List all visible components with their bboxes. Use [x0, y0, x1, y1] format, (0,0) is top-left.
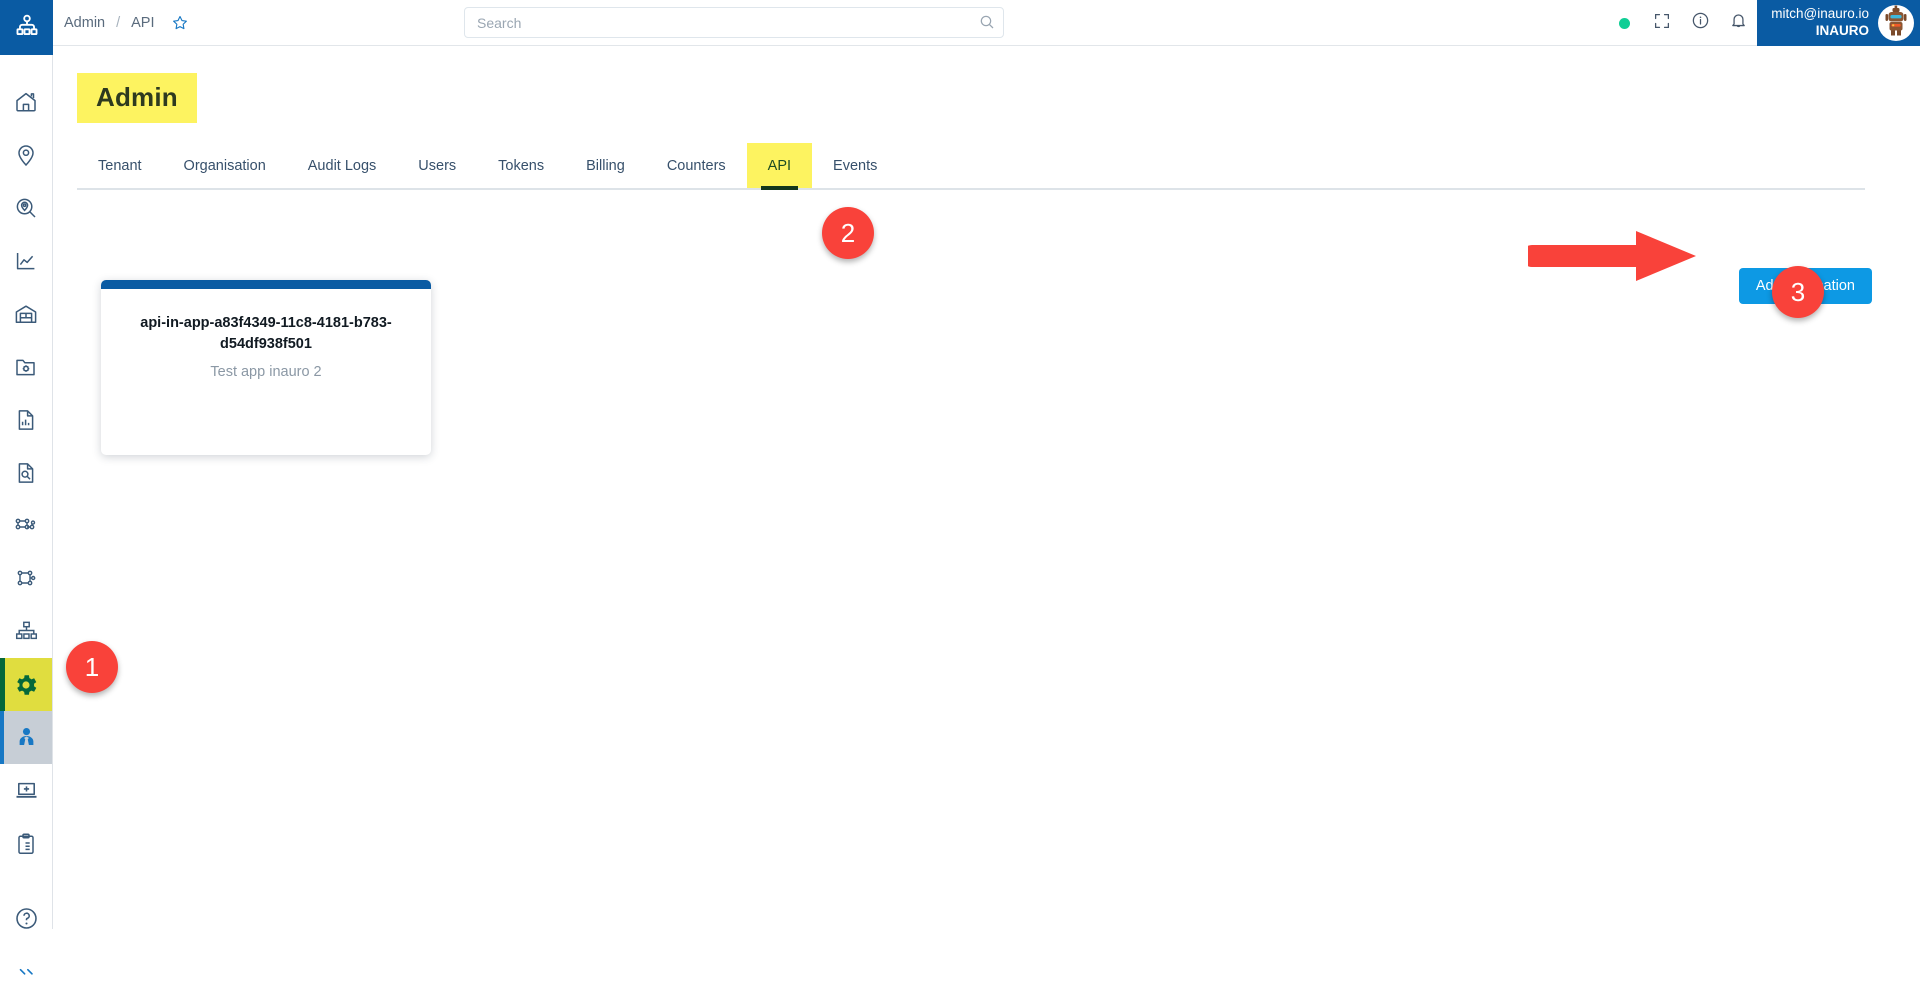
sidebar-item-folder-settings[interactable]: [0, 340, 52, 393]
user-identity: mitch@inauro.io INAURO: [1771, 6, 1869, 40]
hierarchy-logo-icon: [14, 12, 40, 43]
info-icon: [1691, 11, 1710, 35]
user-organisation: INAURO: [1815, 23, 1869, 38]
folder-gear-icon: [14, 355, 38, 379]
pin-search-icon: [14, 196, 38, 220]
sidebar-item-analytics[interactable]: [0, 234, 52, 287]
application-card-title: api-in-app-a83f4349-11c8-4181-b783-d54df…: [140, 315, 392, 353]
top-navigation-bar: Admin / API Search mitch@inauro.io INAUR…: [53, 0, 1920, 46]
pointer-arrow: [1521, 226, 1703, 291]
sidebar-item-document-search[interactable]: [0, 446, 52, 499]
search-icon[interactable]: [979, 14, 995, 30]
sidebar-item-locations[interactable]: [0, 128, 52, 181]
tab-events[interactable]: Events: [812, 143, 898, 188]
sidebar-item-settings[interactable]: [0, 658, 52, 711]
notifications-button[interactable]: [1719, 0, 1757, 46]
tab-counters[interactable]: Counters: [646, 143, 747, 188]
sidebar-item-collapse[interactable]: [0, 945, 52, 998]
gear-icon: [13, 672, 39, 698]
tab-billing[interactable]: Billing: [565, 143, 646, 188]
topbar-right-cluster: mitch@inauro.io INAURO: [1605, 0, 1920, 46]
avatar[interactable]: [1878, 5, 1914, 41]
tab-api[interactable]: API: [746, 143, 813, 190]
sidebar-item-home[interactable]: [0, 75, 52, 128]
fullscreen-icon: [1653, 12, 1671, 35]
user-account-menu[interactable]: mitch@inauro.io INAURO: [1757, 0, 1920, 46]
status-dot: [1618, 17, 1630, 29]
tab-tokens[interactable]: Tokens: [477, 143, 565, 188]
document-search-icon: [14, 461, 38, 485]
breadcrumb: Admin / API: [64, 14, 189, 32]
annotation-marker-1: 1: [66, 641, 118, 693]
laptop-plus-icon: [14, 778, 39, 803]
tab-organisation[interactable]: Organisation: [163, 143, 287, 188]
map-pin-icon: [14, 143, 38, 167]
line-chart-icon: [14, 249, 38, 273]
annotation-marker-2: 2: [822, 207, 874, 259]
home-icon: [14, 90, 38, 114]
left-sidebar: [0, 0, 53, 975]
fullscreen-button[interactable]: [1643, 0, 1681, 46]
warehouse-icon: [14, 302, 38, 326]
breadcrumb-root[interactable]: Admin: [64, 15, 105, 31]
tab-audit-logs[interactable]: Audit Logs: [287, 143, 398, 188]
sidebar-item-network[interactable]: [0, 499, 52, 552]
app-logo[interactable]: [0, 0, 53, 55]
search-container: [464, 7, 1004, 38]
annotation-marker-3: 3: [1772, 266, 1824, 318]
star-icon[interactable]: [171, 14, 189, 32]
sidebar-item-location-search[interactable]: [0, 181, 52, 234]
user-email: mitch@inauro.io: [1771, 6, 1869, 22]
notifications-bell-icon: [1729, 11, 1748, 35]
person-tie-icon: [14, 725, 39, 750]
robot-avatar-icon: [1879, 5, 1913, 41]
sidebar-item-add-device[interactable]: [0, 764, 52, 817]
search-input[interactable]: [464, 7, 1004, 38]
sidebar-item-hierarchy[interactable]: [0, 605, 52, 658]
network-nodes-icon: [13, 513, 39, 539]
sidebar-item-help[interactable]: [0, 892, 52, 945]
breadcrumb-current[interactable]: API: [131, 15, 154, 31]
sidebar-item-reports[interactable]: [0, 393, 52, 446]
chevrons-icon: [15, 961, 37, 983]
info-button[interactable]: [1681, 0, 1719, 46]
sidebar-item-admin-users[interactable]: [0, 711, 52, 764]
page-content: Admin Tenant Organisation Audit Logs Use…: [53, 46, 1920, 929]
tab-users[interactable]: Users: [397, 143, 477, 188]
application-card-description: Test app inauro 2: [210, 364, 322, 381]
status-indicator[interactable]: [1605, 0, 1643, 46]
org-hierarchy-icon: [14, 619, 39, 644]
help-circle-icon: [14, 906, 39, 931]
graph-nodes-icon: [14, 567, 38, 591]
breadcrumb-separator: /: [116, 14, 121, 31]
page-title: Admin: [77, 73, 197, 123]
application-card[interactable]: api-in-app-a83f4349-11c8-4181-b783-d54df…: [101, 280, 431, 455]
document-chart-icon: [14, 408, 38, 432]
sidebar-item-assets[interactable]: [0, 287, 52, 340]
application-card-list: api-in-app-a83f4349-11c8-4181-b783-d54df…: [101, 280, 431, 455]
clipboard-list-icon: [14, 832, 38, 856]
tab-tenant[interactable]: Tenant: [77, 143, 163, 188]
sidebar-item-tasks[interactable]: [0, 817, 52, 870]
sidebar-item-graph[interactable]: [0, 552, 52, 605]
tab-bar: Tenant Organisation Audit Logs Users Tok…: [77, 143, 1865, 190]
